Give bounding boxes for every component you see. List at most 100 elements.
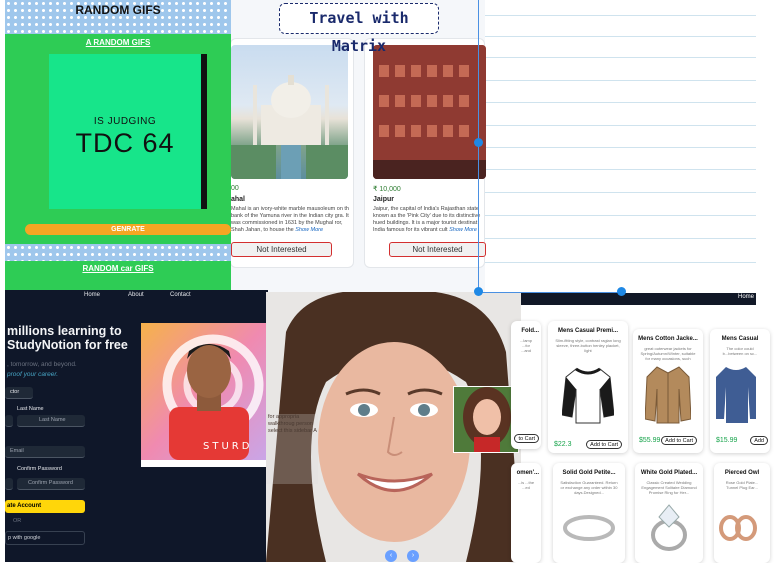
product-card[interactable]: Mens Casual Premi... Slim-fitting style,… [548, 321, 628, 453]
role-tab[interactable]: ctor [5, 387, 33, 399]
taj-mahal-image [231, 45, 348, 179]
rule-line [485, 262, 756, 263]
next-icon[interactable]: › [407, 550, 419, 562]
product-price: $15.99 [716, 437, 738, 444]
jacket-image [645, 366, 691, 424]
random-gifs-panel: RANDOM GIFS A RANDOM GIFS IS JUDGING TDC… [5, 0, 231, 290]
product-title: Pierced Owl [724, 470, 760, 476]
card-description: Mahal is an ivory-white marble mausoleum… [231, 206, 351, 234]
rule-line [485, 36, 756, 37]
heading-line: millions learning to [7, 324, 122, 338]
last-name-label: Last Name [17, 406, 44, 412]
rule-line [485, 192, 756, 193]
last-name-field[interactable]: Last Name [17, 415, 85, 427]
studynotion-panel: Home About Contact millions learning to … [5, 290, 268, 562]
nav-about[interactable]: About [128, 292, 144, 298]
lined-canvas [485, 0, 756, 292]
rule-line [485, 102, 756, 103]
password-field[interactable] [5, 478, 13, 490]
add-to-cart-button[interactable]: Add [750, 436, 768, 445]
product-title: Fold... [521, 328, 539, 334]
product-price: $22.3 [554, 441, 572, 448]
or-divider: OR [13, 518, 22, 524]
product-card[interactable]: Mens Cotton Jacke... great outerwear jac… [633, 329, 703, 453]
product-description: ...lamp ...for ...and [519, 338, 532, 353]
prev-icon[interactable]: ‹ [385, 550, 397, 562]
hawa-mahal-illustration [373, 45, 486, 179]
product-card[interactable]: omen'... ...is ...the ...ed [511, 463, 541, 563]
product-card[interactable]: Mens Casual The color could b...between … [710, 329, 770, 453]
rule-line [485, 125, 756, 126]
travel-card: 00 ahal Mahal is an ivory-white marble m… [230, 38, 354, 268]
thumbnail-photo[interactable] [453, 386, 519, 453]
product-card[interactable]: Fold... ...lamp ...for ...and to Cart [511, 321, 541, 449]
add-to-cart-button[interactable]: Add to Cart [586, 440, 622, 449]
confirm-password-field[interactable]: Confirm Password [17, 478, 85, 490]
shop-nav-home[interactable]: Home [738, 294, 754, 300]
product-description: Satisfaction Guaranteed. Return or excha… [560, 480, 618, 495]
product-description: ...is ...the ...ed [517, 480, 535, 490]
card-desc-text: Mahal is an ivory-white marble mausoleum… [231, 206, 349, 233]
resize-handle[interactable] [617, 287, 626, 296]
card-name: ahal [231, 196, 246, 203]
rule-line [485, 57, 756, 58]
card-description: Jaipur, the capital of India's Rajasthan… [373, 206, 485, 234]
bracelet-image [563, 515, 615, 541]
ring-image [651, 504, 687, 551]
overlay-caption: for appropria walkthroug person select t… [266, 414, 318, 484]
rule-line [485, 15, 756, 16]
rule-line [485, 169, 756, 170]
subheading-highlight: proof your career. [7, 371, 59, 378]
product-title: Mens Cotton Jacke... [638, 336, 698, 342]
not-interested-button[interactable]: Not Interested [231, 242, 332, 257]
product-title: Solid Gold Petite... [562, 470, 616, 476]
show-more-link[interactable]: Show More [295, 227, 323, 233]
first-name-field[interactable] [5, 415, 13, 427]
card-name: Jaipur [373, 196, 395, 203]
product-card[interactable]: White Gold Plated... Classic Created Wed… [635, 463, 703, 563]
travel-title: Travel with Matrix [279, 3, 439, 55]
face-panel: for appropria walkthroug person select t… [266, 292, 522, 562]
not-interested-button[interactable]: Not Interested [389, 242, 486, 257]
svg-text:STURD: STURD [203, 441, 252, 452]
resize-handle[interactable] [474, 138, 483, 147]
random-gifs-link[interactable]: A RANDOM GIFS [5, 38, 231, 47]
show-more-link[interactable]: Show More [449, 227, 477, 233]
rule-line [485, 147, 756, 148]
dotted-banner [5, 244, 231, 261]
product-title: omen'... [516, 470, 539, 476]
confirm-password-label: Confirm Password [17, 466, 62, 472]
page-heading: millions learning to StudyNotion for fre… [7, 324, 128, 352]
generate-button[interactable]: GENRATE [25, 224, 231, 235]
thumbnail-image [454, 387, 518, 452]
jaipur-image [373, 45, 486, 179]
rule-line [485, 80, 756, 81]
card-price: ₹ 10,000 [373, 186, 401, 193]
long-sleeve-shirt-image [716, 367, 756, 423]
add-to-cart-button[interactable]: Add to Cart [661, 436, 697, 445]
product-title: Mens Casual [721, 336, 759, 342]
nav-contact[interactable]: Contact [170, 292, 191, 298]
rule-line [485, 238, 756, 239]
henley-shirt-image [562, 367, 614, 424]
selection-guide [478, 292, 622, 293]
google-signup-button[interactable]: p with google [5, 531, 85, 545]
add-to-cart-button[interactable]: to Cart [514, 434, 539, 443]
shop-navbar: Home [521, 293, 756, 305]
resize-handle[interactable] [474, 287, 483, 296]
product-card[interactable]: Pierced Owl Rose Gold Plate... Tunnel Pl… [714, 463, 770, 563]
heading-line: StudyNotion for free [7, 338, 128, 352]
email-field[interactable]: Email [5, 446, 85, 458]
create-account-button[interactable]: ate Account [5, 500, 85, 513]
gif-headline: TDC 64 [75, 128, 175, 158]
random-car-gifs-link[interactable]: RANDOM car GIFS [5, 264, 231, 273]
product-description: Rose Gold Plate... Tunnel Plug Ear... [725, 480, 759, 490]
product-description: Classic Created Wedding Engagement Solit… [641, 480, 697, 495]
subheading: , tomorrow, and beyond. [7, 361, 77, 368]
rule-line [485, 215, 756, 216]
travel-card: ₹ 10,000 Jaipur Jaipur, the capital of I… [364, 38, 486, 268]
student-photo: STURD [141, 323, 268, 467]
product-card[interactable]: Solid Gold Petite... Satisfaction Guaran… [553, 463, 625, 563]
nav-home[interactable]: Home [84, 292, 100, 298]
ear-plug-image [719, 515, 757, 541]
